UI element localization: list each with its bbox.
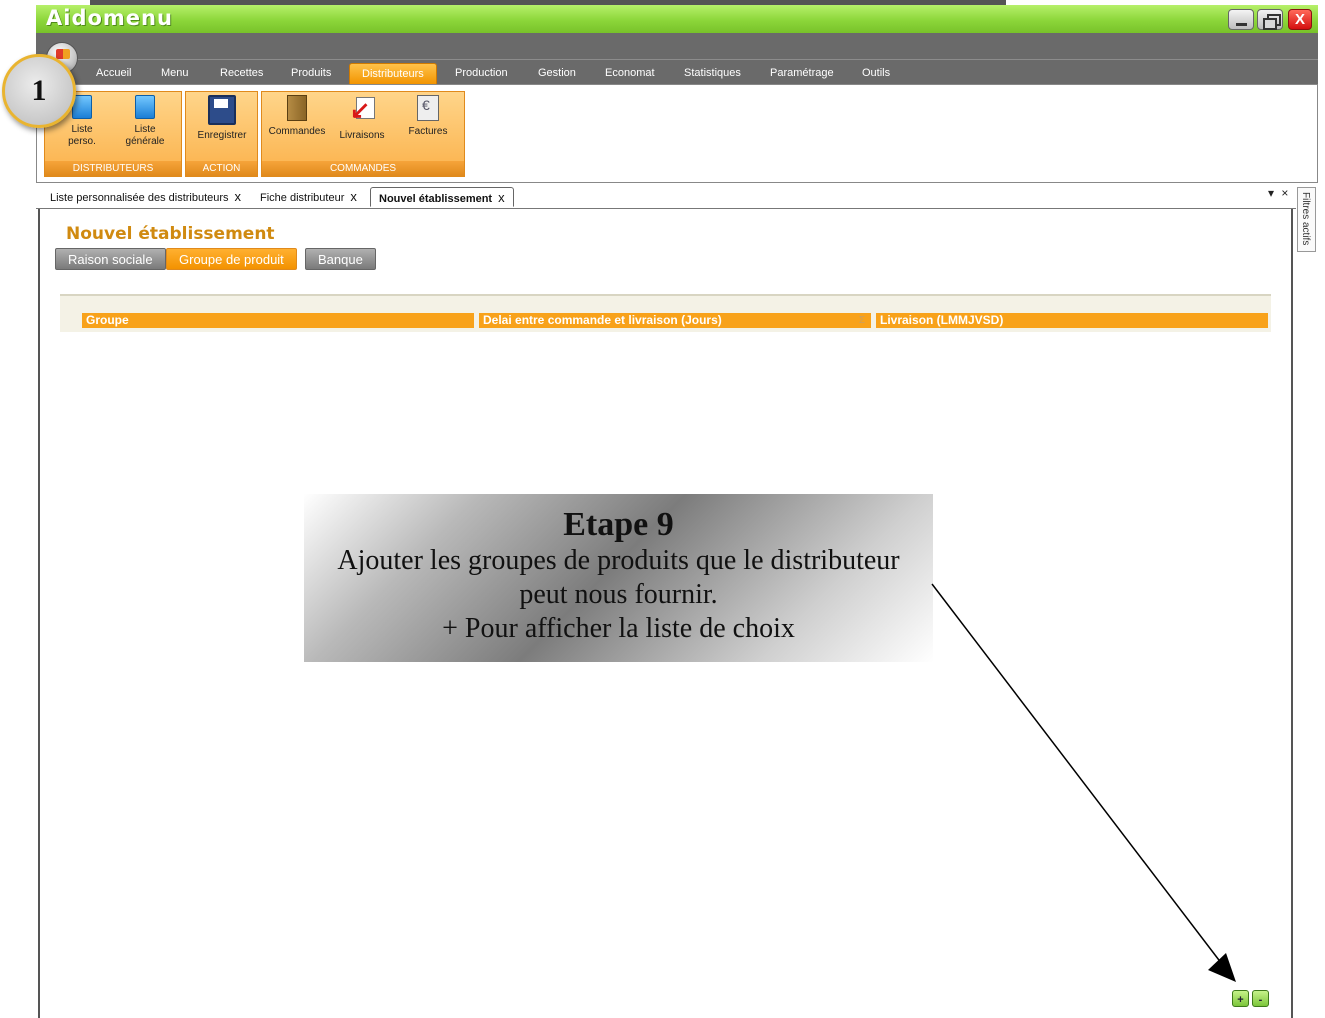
side-filter-label: Filtres actifs	[1300, 192, 1311, 246]
remove-row-button[interactable]: -	[1252, 990, 1269, 1007]
subtab-raison-sociale[interactable]: Raison sociale	[55, 248, 166, 270]
liste-perso-label-2: perso.	[68, 136, 96, 147]
sum-icon: Σ	[858, 315, 865, 326]
save-icon	[208, 95, 236, 125]
restore-button[interactable]	[1257, 9, 1283, 30]
livraisons-button[interactable]: Livraisons	[334, 95, 390, 142]
subtab-groupe-de-produit[interactable]: Groupe de produit	[166, 248, 297, 270]
menu-outils[interactable]: Outils	[850, 63, 902, 84]
menu-economat[interactable]: Economat	[593, 63, 667, 84]
group-label-commandes: COMMANDES	[262, 161, 464, 176]
pane-controls[interactable]: ▾ ×	[1268, 186, 1290, 200]
close-tab-icon[interactable]: x	[350, 189, 357, 204]
close-tab-icon[interactable]: x	[498, 190, 505, 205]
app-title: Aidomenu	[46, 6, 173, 30]
add-row-button[interactable]: +	[1232, 990, 1249, 1007]
tab-liste-personnalisee[interactable]: Liste personnalisée des distributeurs x	[50, 189, 241, 209]
menu-distributeurs[interactable]: Distributeurs	[349, 63, 437, 84]
tab-fiche-distributeur-label: Fiche distributeur	[260, 192, 345, 204]
close-tab-icon[interactable]: x	[235, 189, 242, 204]
group-label-distributeurs: DISTRIBUTEURS	[45, 161, 181, 176]
liste-generale-label-1: Liste	[134, 124, 156, 135]
tab-fiche-distributeur[interactable]: Fiche distributeur x	[260, 189, 357, 209]
menu-parametrage[interactable]: Paramétrage	[758, 63, 846, 84]
callout-line-3: + Pour afficher la liste de choix	[442, 613, 795, 644]
ribbon-group-commandes: Commandes Livraisons Factures COMMANDES	[261, 91, 465, 177]
tab-nouvel-etablissement[interactable]: Nouvel établissement x	[370, 187, 514, 207]
document-tabs: Liste personnalisée des distributeurs x F…	[36, 184, 1296, 209]
column-groupe-label: Groupe	[86, 313, 129, 327]
close-icon: X	[1294, 11, 1305, 28]
callout-step: Etape 9	[563, 506, 674, 543]
menu-gestion[interactable]: Gestion	[526, 63, 588, 84]
menu-menu[interactable]: Menu	[149, 63, 201, 84]
group-label-action: ACTION	[186, 161, 257, 176]
liste-generale-label-2: générale	[125, 136, 165, 147]
tab-liste-personnalisee-label: Liste personnalisée des distributeurs	[50, 192, 229, 204]
column-delai-label: Delai entre commande et livraison (Jours…	[483, 313, 722, 327]
ribbon-divider	[36, 59, 1318, 60]
minimize-button[interactable]	[1228, 9, 1254, 30]
menu-production[interactable]: Production	[443, 63, 520, 84]
page-title: Nouvel établissement	[66, 224, 275, 244]
menu-statistiques[interactable]: Statistiques	[672, 63, 753, 84]
tab-nouvel-etablissement-label: Nouvel établissement	[379, 193, 493, 205]
list-icon	[135, 95, 155, 119]
title-bar: Aidomenu X	[36, 5, 1318, 33]
step-number-badge: 1	[2, 54, 76, 128]
column-livraison-label: Livraison (LMMJVSD)	[880, 313, 1004, 327]
liste-generale-button[interactable]: Liste générale	[119, 95, 171, 148]
column-delai[interactable]: Delai entre commande et livraison (Jours…	[479, 313, 871, 328]
ribbon-group-action: Enregistrer ACTION	[185, 91, 258, 177]
menu-accueil[interactable]: Accueil	[84, 63, 143, 84]
menu-produits[interactable]: Produits	[279, 63, 343, 84]
enregistrer-label: Enregistrer	[197, 130, 247, 141]
column-groupe[interactable]: Groupe	[82, 313, 474, 328]
instruction-callout: Etape 9 Ajouter les groupes de produits …	[304, 494, 933, 662]
subtab-banque[interactable]: Banque	[305, 248, 376, 270]
orders-book-icon	[287, 95, 307, 121]
grid-header: Groupe Delai entre commande et livraison…	[60, 294, 1271, 332]
commandes-button[interactable]: Commandes	[266, 95, 328, 138]
factures-button[interactable]: Factures	[402, 95, 454, 138]
commandes-label: Commandes	[268, 126, 326, 137]
delivery-arrow-icon	[348, 95, 376, 125]
callout-line-2: peut nous fournir.	[519, 579, 718, 610]
invoice-icon	[417, 95, 439, 121]
close-button[interactable]: X	[1288, 9, 1312, 30]
menu-recettes[interactable]: Recettes	[208, 63, 275, 84]
enregistrer-button[interactable]: Enregistrer	[190, 95, 254, 142]
side-filter-panel[interactable]: Filtres actifs	[1297, 187, 1316, 252]
factures-label: Factures	[408, 126, 448, 137]
liste-perso-label-1: Liste	[71, 124, 93, 135]
column-livraison[interactable]: Livraison (LMMJVSD)	[876, 313, 1268, 328]
livraisons-label: Livraisons	[339, 130, 385, 141]
callout-line-1: Ajouter les groupes de produits que le d…	[337, 545, 900, 576]
